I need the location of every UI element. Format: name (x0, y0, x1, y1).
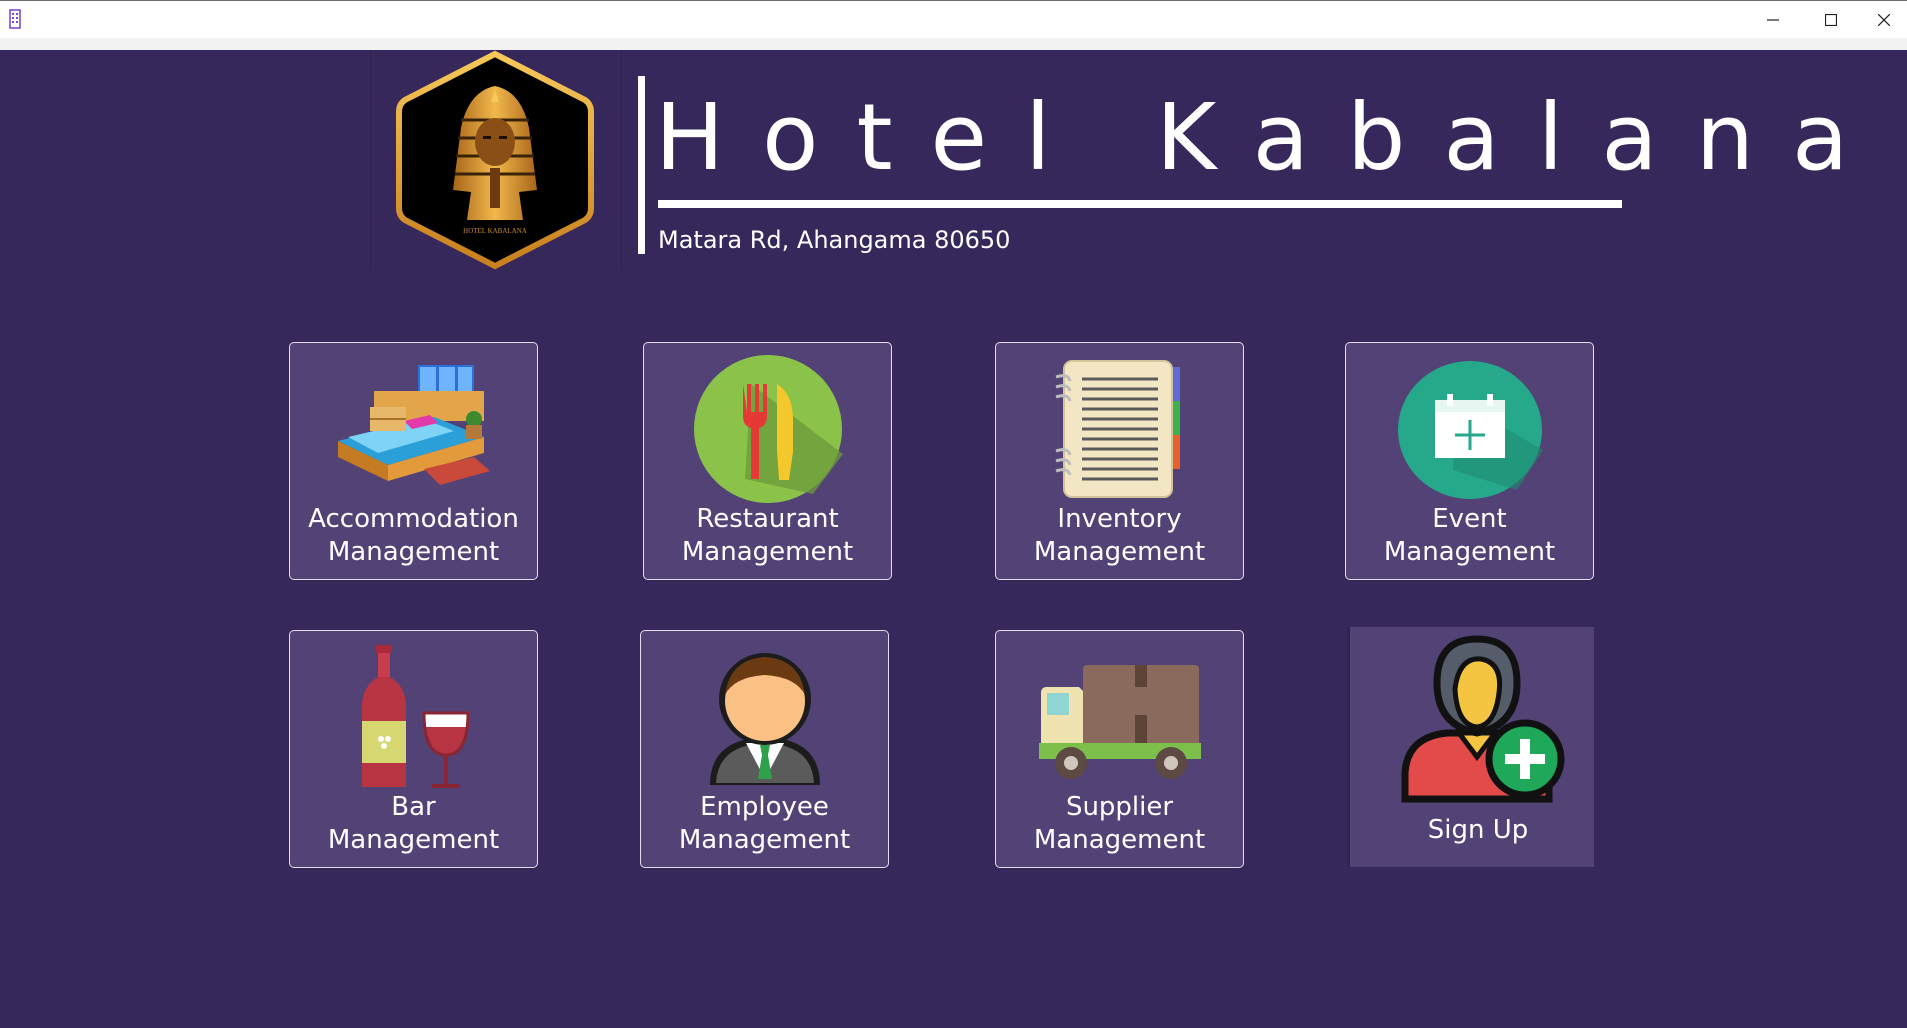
calendar-add-icon (1397, 361, 1543, 499)
tile-label-line1: Restaurant (696, 504, 839, 534)
notebook-icon (1055, 360, 1180, 498)
hotel-title: Hotel Kabalana (655, 84, 1887, 191)
close-icon (1877, 14, 1890, 26)
sign-up-button[interactable]: Sign Up (1347, 627, 1594, 867)
employee-management-button[interactable]: Employee Management (640, 630, 889, 868)
tile-label-line1: Accommodation (308, 504, 519, 534)
tile-label-line2: Management (1383, 537, 1556, 567)
tile-label-line2: Management (327, 537, 500, 567)
tile-label-line2: Management (327, 825, 500, 855)
window-titlebar (0, 0, 1907, 38)
tile-label-line2: Management (1033, 537, 1206, 567)
tile-label-line1: Bar (391, 792, 436, 822)
employee-icon (709, 653, 820, 785)
inventory-management-button[interactable]: Inventory Management (995, 342, 1244, 580)
tile-label: Sign Up (1427, 815, 1529, 845)
app-icon (9, 9, 21, 29)
title-underline (658, 200, 1622, 208)
minimize-icon (1767, 19, 1779, 21)
supplier-management-button[interactable]: Supplier Management (995, 630, 1244, 868)
bar-management-button[interactable]: Bar Management (289, 630, 538, 868)
add-user-icon (1401, 635, 1565, 803)
pharaoh-hexagon-logo: HOTEL KABALANA (396, 50, 594, 270)
close-button[interactable] (1860, 1, 1907, 39)
tile-label-line1: Employee (700, 792, 829, 822)
tile-label-line2: Management (681, 537, 854, 567)
maximize-button[interactable] (1802, 1, 1860, 39)
hotel-address: Matara Rd, Ahangama 80650 (658, 226, 1011, 254)
accommodation-management-button[interactable]: Accommodation Management (289, 342, 538, 580)
titlebar-separator (0, 38, 1907, 50)
wine-icon (361, 645, 470, 788)
header-divider (638, 76, 645, 254)
logo-text: HOTEL KABALANA (463, 227, 527, 235)
minimize-button[interactable] (1744, 1, 1802, 39)
tile-label-line2: Management (678, 825, 851, 855)
maximize-icon (1825, 14, 1837, 26)
fork-knife-icon (693, 355, 843, 503)
tile-label-line2: Management (1033, 825, 1206, 855)
bed-room-icon (337, 365, 490, 485)
delivery-truck-icon (1038, 665, 1201, 779)
tile-label-line1: Event (1432, 504, 1507, 534)
restaurant-management-button[interactable]: Restaurant Management (643, 342, 892, 580)
event-management-button[interactable]: Event Management (1345, 342, 1594, 580)
tile-label-line1: Inventory (1057, 504, 1182, 534)
tile-label-line1: Supplier (1065, 792, 1174, 822)
